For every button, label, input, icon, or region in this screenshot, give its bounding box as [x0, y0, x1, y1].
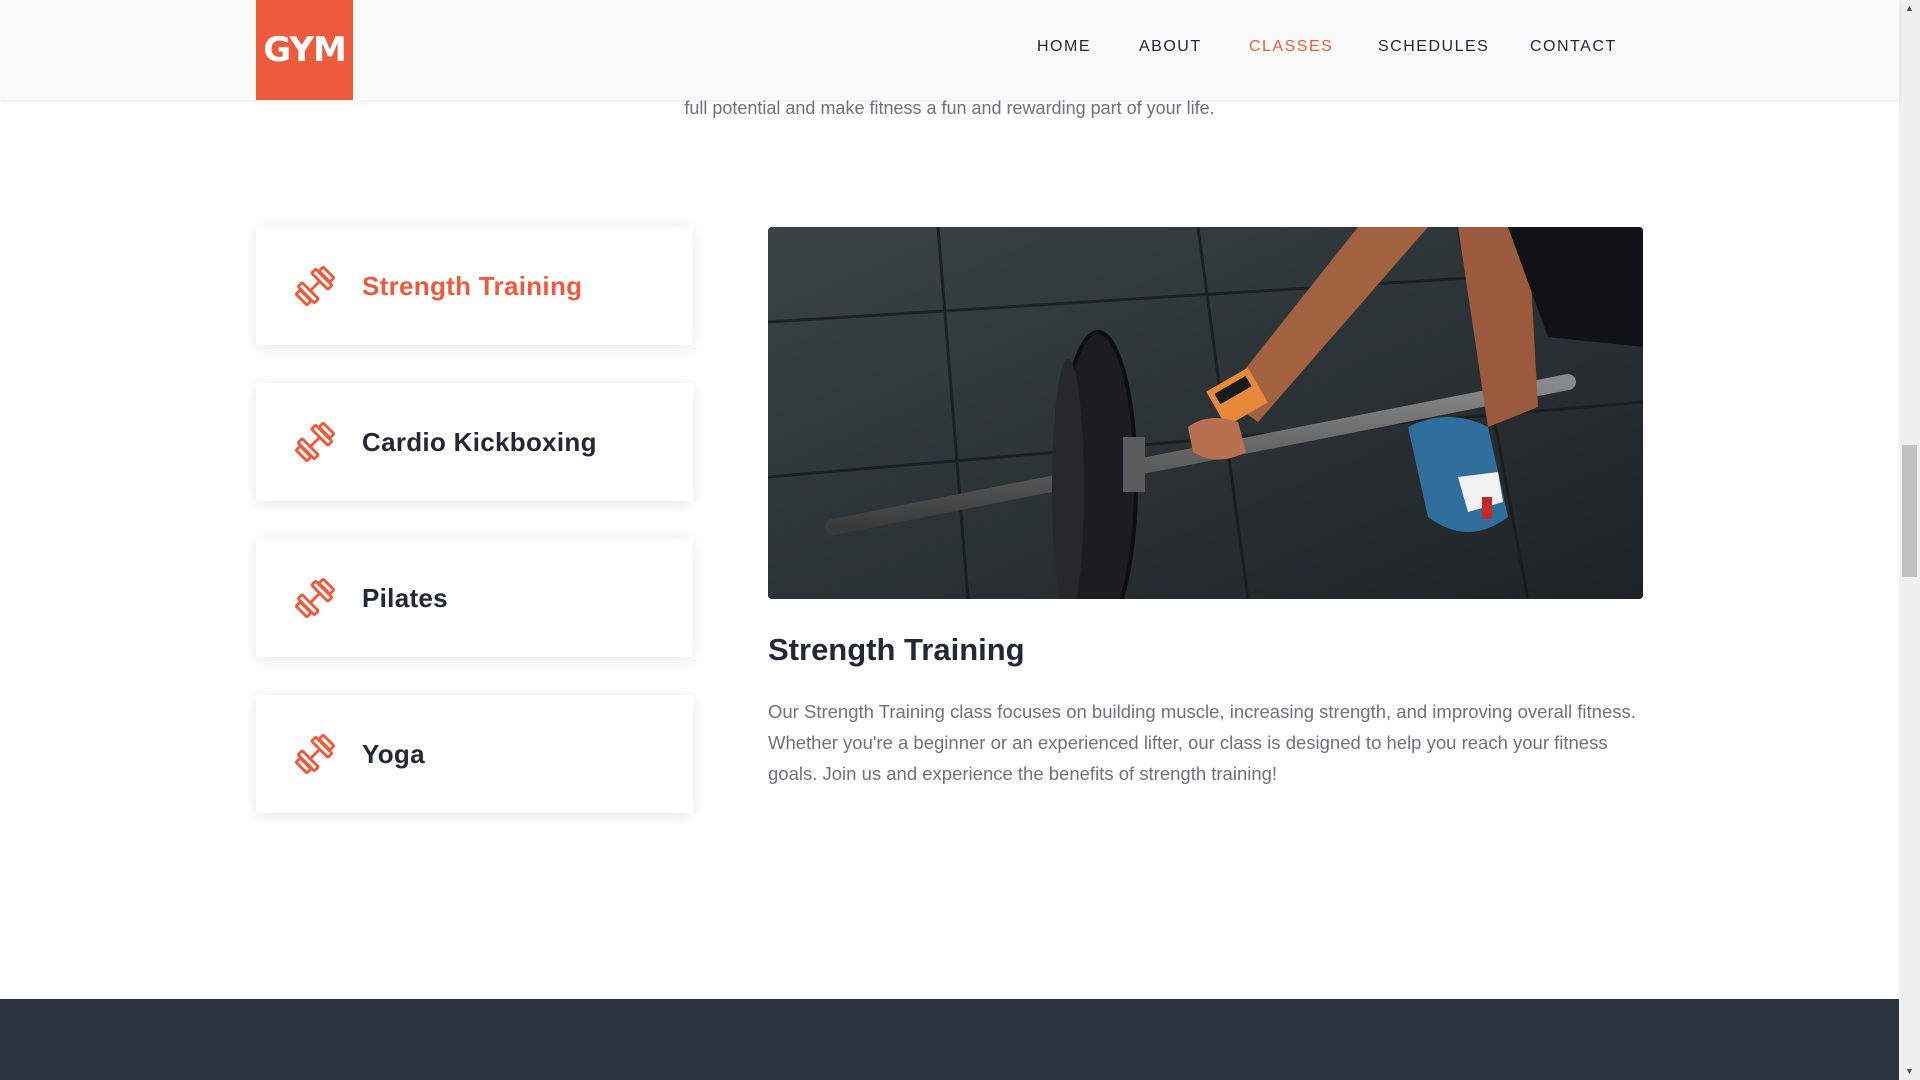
class-tab-cardio-kickboxing[interactable]: Cardio Kickboxing — [256, 383, 693, 501]
dumbbell-icon — [294, 265, 336, 307]
scroll-thumb[interactable] — [1902, 445, 1917, 577]
class-tab-label: Cardio Kickboxing — [362, 426, 597, 457]
intro-text: full potential and make fitness a fun an… — [684, 98, 1215, 118]
nav-schedules[interactable]: SCHEDULES — [1378, 38, 1489, 56]
nav-contact[interactable]: CONTACT — [1530, 38, 1617, 56]
site-header: GYM HOME ABOUT CLASSES SCHEDULES CONTACT — [0, 0, 1899, 100]
next-section-band — [0, 999, 1899, 1080]
dumbbell-icon — [294, 577, 336, 619]
scroll-up-arrow-icon[interactable]: ▲ — [1899, 0, 1920, 17]
class-tab-pilates[interactable]: Pilates — [256, 539, 693, 657]
nav-home[interactable]: HOME — [1037, 38, 1091, 56]
page-scrollbar[interactable]: ▲ ▼ — [1899, 0, 1920, 1080]
nav-classes[interactable]: CLASSES — [1249, 38, 1333, 56]
class-tab-yoga[interactable]: Yoga — [256, 695, 693, 813]
class-detail-title: Strength Training — [768, 632, 1025, 667]
class-tab-label: Pilates — [362, 582, 448, 613]
scroll-down-arrow-icon[interactable]: ▼ — [1899, 1063, 1920, 1080]
class-tab-label: Strength Training — [362, 270, 583, 301]
class-tab-label: Yoga — [362, 738, 425, 769]
class-photo — [768, 227, 1643, 599]
dumbbell-icon — [294, 421, 336, 463]
barbell-photo-illustration — [768, 227, 1643, 599]
logo-text: GYM — [263, 30, 347, 70]
nav-about[interactable]: ABOUT — [1139, 38, 1202, 56]
dumbbell-icon — [294, 733, 336, 775]
logo[interactable]: GYM — [256, 0, 353, 100]
class-detail-description: Our Strength Training class focuses on b… — [768, 701, 1636, 784]
class-tab-strength-training[interactable]: Strength Training — [256, 227, 693, 345]
